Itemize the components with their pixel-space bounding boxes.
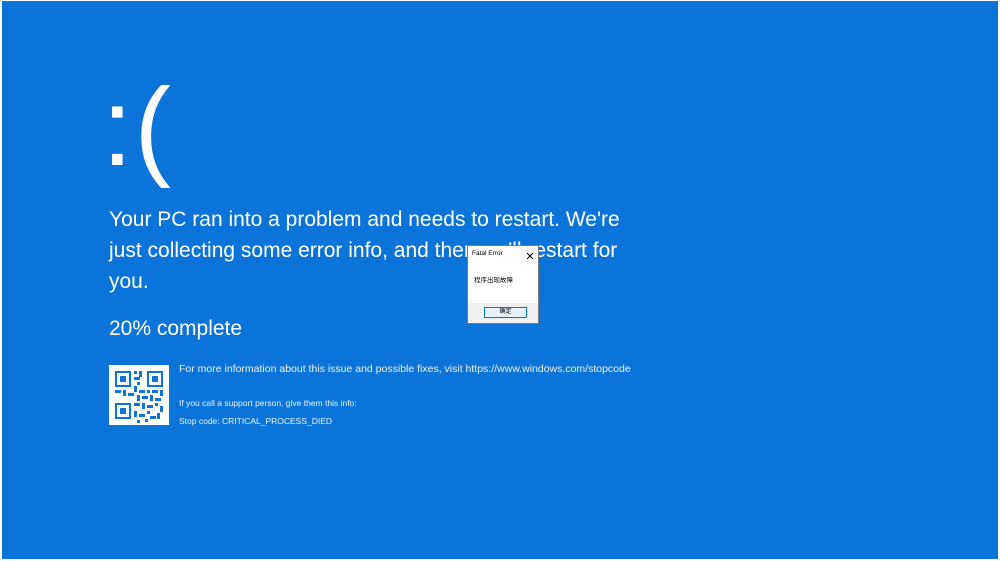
fatal-error-dialog: Fatal Error 程序出现故障 确定 bbox=[467, 245, 539, 324]
more-info-text: For more information about this issue an… bbox=[179, 363, 631, 375]
dialog-message: 程序出现故障 bbox=[474, 277, 513, 284]
stop-code: Stop code: CRITICAL_PROCESS_DIED bbox=[179, 416, 333, 426]
sad-face-emoticon: :( bbox=[102, 66, 174, 189]
dialog-footer: 确定 bbox=[468, 303, 538, 323]
qr-code-icon bbox=[109, 365, 169, 425]
error-message: Your PC ran into a problem and needs to … bbox=[109, 208, 620, 293]
close-icon[interactable] bbox=[525, 248, 535, 260]
dialog-titlebar: Fatal Error bbox=[468, 246, 538, 261]
support-text: If you call a support person, give them … bbox=[179, 398, 357, 408]
dialog-body: 程序出现故障 bbox=[468, 261, 538, 303]
progress-text: 20% complete bbox=[109, 317, 243, 340]
dialog-title: Fatal Error bbox=[472, 250, 503, 257]
ok-button[interactable]: 确定 bbox=[484, 307, 527, 318]
